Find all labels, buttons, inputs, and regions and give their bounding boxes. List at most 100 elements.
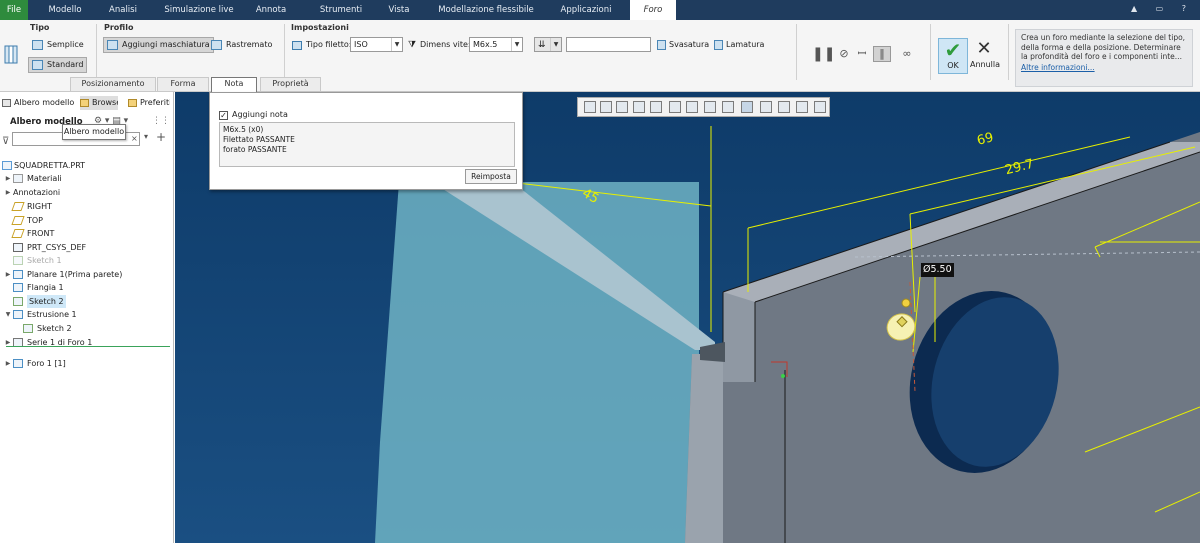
sketch-icon [13,297,23,306]
dimens-vite-select[interactable]: M6x.5 ▼ [469,37,523,52]
hole-type-icon[interactable] [4,44,20,66]
close-icon: ✕ [976,38,992,59]
note-line: M6x.5 (x0) [223,125,264,134]
zoom-fit-icon[interactable] [584,101,596,113]
tab-forma[interactable]: Forma [157,77,209,91]
menu-vista[interactable]: Vista [380,0,418,20]
point-display-icon[interactable] [796,101,808,113]
expand-arrow-icon[interactable]: ▶ [4,186,12,199]
spin-center-icon[interactable] [760,101,772,113]
standard-button[interactable]: Standard [28,57,88,73]
tree-icon [2,99,11,107]
tree-item[interactable]: Sketch 1 [0,254,170,267]
info-link[interactable]: Altre informazioni... [1021,63,1187,73]
view-cube-icon[interactable] [650,101,662,113]
tree-item[interactable]: SQUADRETTA.PRT [0,159,170,172]
extrude-icon [13,310,23,319]
clear-icon[interactable]: × [131,134,138,143]
depth-option-select[interactable]: ⇊ ▼ [534,37,562,52]
tipo-filetto-select[interactable]: ISO ▼ [350,37,403,52]
flange-icon [13,283,23,292]
diameter-dimension[interactable]: Ø5.50 [921,263,954,277]
tapered-icon [211,40,222,50]
tree-item[interactable]: ▶ Annotazioni [0,186,170,199]
show-icon[interactable]: ⋮⋮ [152,116,170,126]
menu-modellazione-flessibile[interactable]: Modellazione flessibile [430,0,542,20]
tree-item[interactable]: PRT_CSYS_DEF [0,241,170,254]
favorites-icon [128,99,137,107]
standard-hole-icon [32,60,43,70]
tree-item[interactable]: Sketch 2 [0,295,170,308]
tab-nota[interactable]: Nota [211,77,257,92]
note-text-area[interactable]: M6x.5 (x0) Filettato PASSANTE forato PAS… [219,122,515,167]
rastremato-button[interactable]: Rastremato [207,37,276,53]
datum-display-icon[interactable] [722,101,734,113]
menu-analisi[interactable]: Analisi [98,0,148,20]
aggiungi-nota-checkbox[interactable]: ✓ [219,111,228,120]
menu-modello[interactable]: Modello [40,0,90,20]
tipo-filetto-label: Tipo filetto: [292,40,351,50]
tree-item[interactable]: ▶ Foro 1 [1] [0,357,170,370]
chevron-down-icon[interactable]: ▾ [144,132,148,141]
preview-icon[interactable]: ꟷ [854,47,870,61]
tab-browser[interactable]: Browser [80,96,118,110]
window-controls[interactable]: ▲ ▭ ? [1131,4,1194,13]
expand-arrow-icon[interactable]: ▶ [4,172,12,185]
expand-arrow-icon[interactable]: ▶ [4,357,12,370]
saved-views-icon[interactable] [669,101,681,113]
verify-icon[interactable]: ‖ [873,46,891,62]
lamatura-button[interactable]: Lamatura [711,37,768,53]
aggiungi-nota-label: Aggiungi nota [232,110,288,119]
cancel-button[interactable]: ✕ Annulla [970,38,1000,74]
menu-annota[interactable]: Annota [246,0,296,20]
tree-item[interactable]: RIGHT [0,200,170,213]
tree-item[interactable]: Sketch 2 [0,322,170,335]
menu-applicazioni[interactable]: Applicazioni [552,0,620,20]
plane-display-icon[interactable] [814,101,826,113]
tree-item[interactable]: ▶ Materiali [0,172,170,185]
expand-arrow-icon[interactable]: ▶ [4,336,12,349]
annotation-display-icon[interactable] [741,101,753,113]
aggiungi-maschiatura-button[interactable]: Aggiungi maschiatura [103,37,214,53]
tab-posizionamento[interactable]: Posizionamento [70,77,156,91]
depth-value-input[interactable] [566,37,651,52]
tree-item-label: Estrusione 1 [27,310,77,319]
tree-item[interactable]: ▶ Serie 1 di Foro 1 [0,336,170,349]
menu-simulazione-live[interactable]: Simulazione live [160,0,238,20]
semplice-button[interactable]: Semplice [28,37,88,53]
tree-item[interactable]: ▼ Estrusione 1 [0,308,170,321]
expand-arrow-icon[interactable]: ▶ [4,268,12,281]
tree-item[interactable]: ▶ Planare 1(Prima parete) [0,268,170,281]
counterbore-icon [714,40,723,50]
add-icon[interactable]: + [156,130,166,144]
menu-strumenti[interactable]: Strumenti [312,0,370,20]
svasatura-button[interactable]: Svasatura [654,37,713,53]
perspective-icon[interactable] [704,101,716,113]
tree-item[interactable]: TOP [0,214,170,227]
tab-proprieta[interactable]: Proprietà [260,77,321,91]
tooltip: Albero modello [62,124,126,140]
checkmark-icon: ✔ [944,38,962,62]
ok-button[interactable]: ✔ OK [938,38,968,74]
tree-item[interactable]: FRONT [0,227,170,240]
tree-item[interactable]: Flangia 1 [0,281,170,294]
svasatura-label: Svasatura [669,40,710,49]
glasses-icon[interactable]: ∞ [897,47,917,61]
no-preview-icon[interactable]: ⊘ [836,47,852,61]
pause-icon[interactable]: ❚❚ [812,47,835,61]
tab-preferiti[interactable]: Preferiti [128,96,170,110]
menu-file[interactable]: File [0,0,28,20]
reimposta-button[interactable]: Reimposta [465,169,517,184]
csys-display-icon[interactable] [778,101,790,113]
display-style-icon[interactable] [686,101,698,113]
repaint-icon[interactable] [633,101,645,113]
maschiatura-label: Aggiungi maschiatura [122,40,210,49]
tab-albero-modello[interactable]: Albero modello [2,96,74,110]
zoom-out-icon[interactable] [616,101,628,113]
dimens-vite-label: ⧩ Dimens vite: [408,40,471,50]
zoom-in-icon[interactable] [600,101,612,113]
ok-label: OK [947,61,959,70]
menu-foro[interactable]: Foro [630,0,676,20]
filter-icon[interactable]: ⊽ [2,136,9,147]
expand-arrow-icon[interactable]: ▼ [4,308,12,321]
